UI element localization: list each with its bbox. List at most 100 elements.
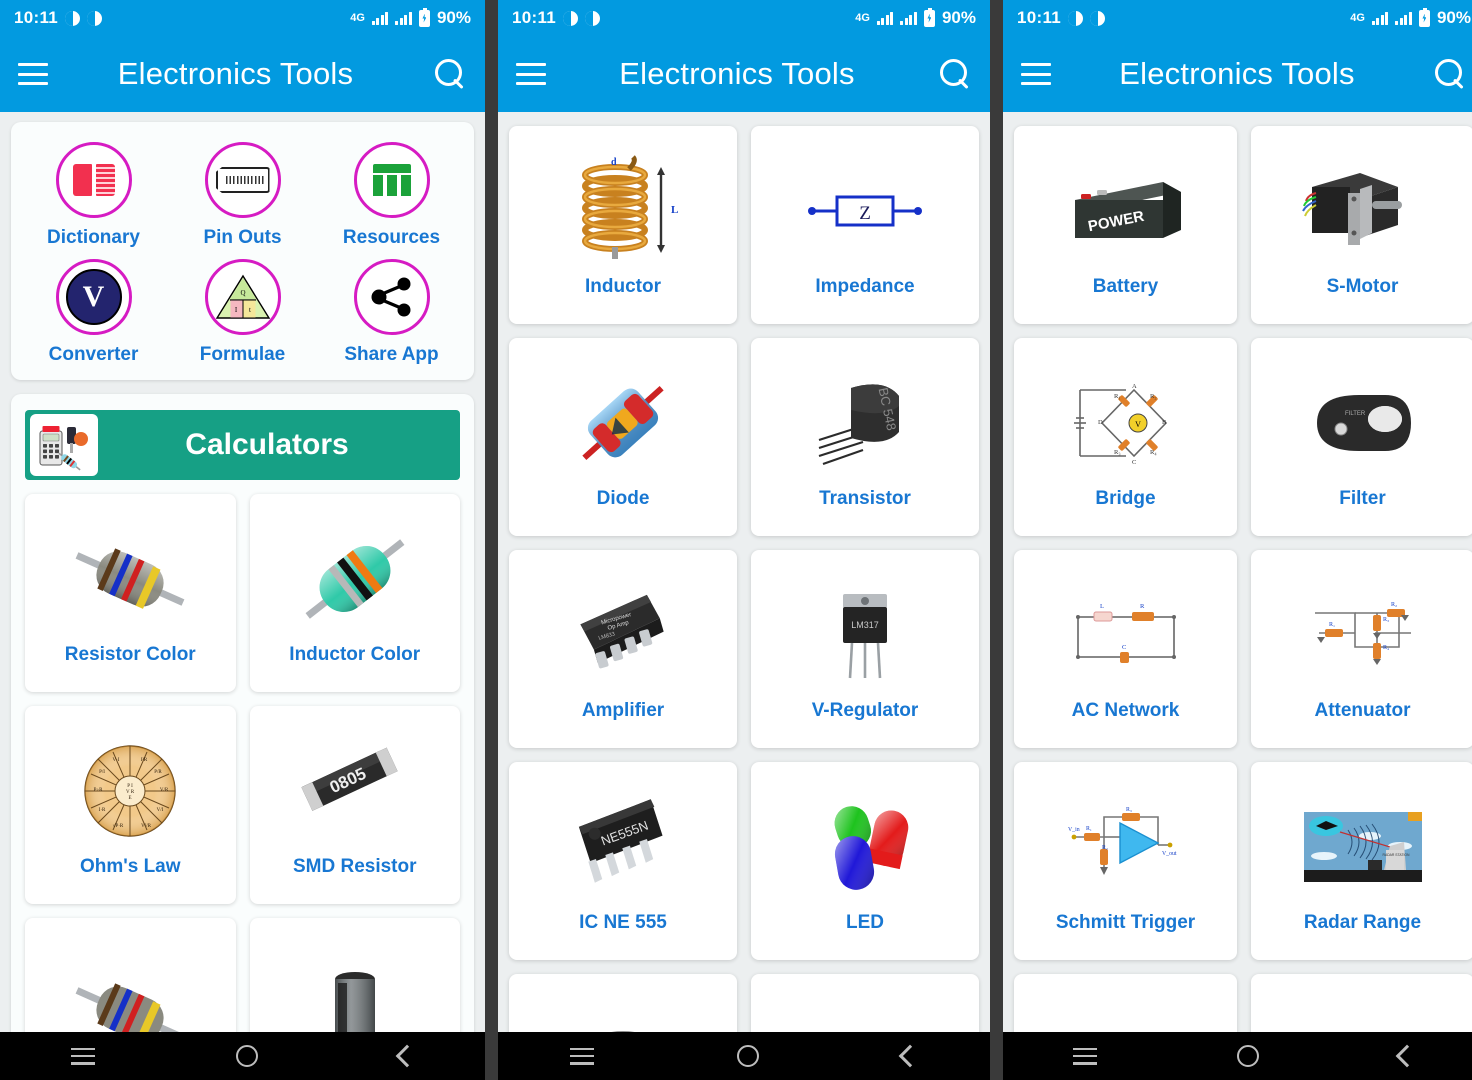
quick-item-formulae[interactable]: Q I t Formulae [168, 259, 317, 366]
home-circle-icon[interactable] [1237, 1045, 1259, 1067]
tile-label: Amplifier [581, 700, 665, 721]
signal-bars-icon [1371, 11, 1389, 25]
wheatstone-bridge-icon: V A B C D R₁ R₂ R₃ R₄ [1066, 364, 1186, 482]
tile-radar-range[interactable]: RADAR STATION Radar Range [1251, 762, 1472, 960]
tile-led[interactable]: LED [751, 762, 979, 960]
signal-bars-icon [371, 11, 389, 25]
radar-antenna-scene-icon [1304, 1011, 1422, 1032]
screen-divider [990, 0, 1003, 1080]
resources-grid-icon [353, 142, 430, 218]
rgb-leds-icon [810, 788, 920, 906]
quick-item-label: Dictionary [47, 227, 140, 248]
tile-label: Ohm's Law [79, 856, 181, 877]
coil-inductor-icon: L d [563, 152, 683, 270]
connector-pinout-icon [204, 142, 281, 218]
calculators-banner[interactable]: Calculators [25, 410, 460, 480]
quick-item-label: Pin Outs [203, 227, 282, 248]
tile-partial-resistor[interactable] [25, 918, 236, 1032]
svg-text:V R: V R [126, 790, 135, 795]
converter-v-icon: V [55, 259, 132, 335]
quick-item-resources[interactable]: Resources [317, 142, 466, 249]
tile-partial-sensor-board[interactable] [751, 974, 979, 1032]
recents-icon[interactable] [70, 1047, 95, 1065]
tile-battery[interactable]: POWER Battery [1014, 126, 1237, 324]
tile-label: LED [846, 912, 884, 933]
svg-text:R: R [1140, 603, 1145, 610]
tile-smd-resistor[interactable]: 0805 SMD Resistor [249, 706, 460, 904]
home-circle-icon[interactable] [736, 1045, 759, 1067]
android-nav-bar [0, 1032, 485, 1080]
tile-v-regulator[interactable]: LM317 V-Regulator [751, 550, 979, 748]
quick-item-pin-outs[interactable]: Pin Outs [168, 142, 317, 249]
impedance-z-symbol-icon: Z [805, 152, 925, 270]
svg-text:V: V [1135, 420, 1141, 429]
svg-text:Q: Q [240, 289, 245, 297]
ohms-law-wheel-icon: P IV RE V·I I²R P/I P/R P÷R V/R I·R V/I √P·R… [78, 732, 182, 850]
book-icon [55, 142, 132, 218]
search-icon[interactable] [433, 57, 467, 91]
tile-impedance[interactable]: Z Impedance [751, 126, 979, 324]
screen1-content: Dictionary Pin Outs Resources V Converte… [0, 112, 485, 1032]
page-title: Electronics Tools [117, 56, 354, 91]
search-icon[interactable] [938, 57, 972, 91]
status-bar: 10:11 4G 90% [1003, 0, 1472, 36]
battery-level-label: 90% [1436, 8, 1471, 27]
screen2-content: L d Inductor Z Impedance Diode BC 548 Tr… [498, 112, 990, 1032]
tile-diode[interactable]: Diode [509, 338, 737, 536]
tile-ac-network[interactable]: L R C AC Network [1014, 550, 1237, 748]
search-icon[interactable] [1433, 57, 1467, 91]
back-chevron-icon[interactable] [1395, 1044, 1419, 1068]
recents-icon[interactable] [569, 1047, 594, 1065]
quick-item-dictionary[interactable]: Dictionary [19, 142, 168, 249]
tile-ohms-law[interactable]: P IV RE V·I I²R P/I P/R P÷R V/R I·R V/I √P·R… [25, 706, 236, 904]
app-bar: Electronics Tools [1003, 36, 1472, 112]
screen3-content: POWER Battery S-Motor V A B C D R₁ R₂ R₃… [1003, 112, 1472, 1032]
component-tiles-grid: POWER Battery S-Motor V A B C D R₁ R₂ R₃… [1014, 126, 1472, 1032]
svg-text:√P·R: √P·R [113, 823, 124, 829]
stepper-motor-icon [1298, 152, 1428, 270]
quick-item-label: Converter [48, 344, 139, 365]
svg-text:V_in: V_in [1068, 827, 1080, 833]
battery-level-label: 90% [941, 8, 976, 27]
recents-icon[interactable] [1073, 1047, 1097, 1065]
tile-resistor-color[interactable]: Resistor Color [25, 494, 236, 692]
tile-attenuator[interactable]: R₁ R₂ R₃ R₄ Attenuator [1251, 550, 1472, 748]
battery-level-label: 90% [436, 8, 471, 27]
back-chevron-icon[interactable] [898, 1044, 922, 1068]
quick-item-label: Resources [342, 227, 441, 248]
signal-bars-icon [1395, 11, 1412, 25]
home-circle-icon[interactable] [235, 1045, 258, 1067]
tile-inductor[interactable]: L d Inductor [509, 126, 737, 324]
formula-triangle-icon: Q I t [204, 259, 281, 335]
tile-filter[interactable]: FILTER Filter [1251, 338, 1472, 536]
attenuator-network-icon: R₁ R₂ R₃ R₄ [1301, 576, 1425, 694]
lead-acid-battery-icon: POWER [1061, 152, 1191, 270]
svg-text:V/I: V/I [157, 808, 164, 813]
tile-partial-capacitor[interactable] [249, 918, 460, 1032]
svg-text:E: E [129, 796, 132, 801]
tile-schmitt-trigger[interactable]: V_in R₁ R₂ R₃ V_out Schmitt Trigger [1014, 762, 1237, 960]
signal-bars-icon [395, 11, 412, 25]
tile-partial-satellite[interactable]: Pt 2 [509, 974, 737, 1032]
tile-amplifier[interactable]: Micropower Op Amp LM833 Amplifier [509, 550, 737, 748]
tile-partial-lc-circuit[interactable]: CL [1014, 974, 1237, 1032]
tile-s-motor[interactable]: S-Motor [1251, 126, 1472, 324]
tile-ic-ne-555[interactable]: NE555N IC NE 555 [509, 762, 737, 960]
tile-transistor[interactable]: BC 548 Transistor [751, 338, 979, 536]
app-bar: Electronics Tools [0, 36, 485, 112]
svg-text:R₂: R₂ [1150, 393, 1157, 400]
status-time: 10:11 [14, 8, 59, 27]
satellite-dish-icon: Pt 2 [563, 1011, 683, 1032]
back-chevron-icon[interactable] [395, 1044, 418, 1068]
tile-inductor-color[interactable]: Inductor Color [249, 494, 460, 692]
tile-bridge[interactable]: V A B C D R₁ R₂ R₃ R₄ Bridge [1014, 338, 1237, 536]
half-circle-icon [65, 10, 81, 26]
svg-text:A: A [1132, 383, 1137, 390]
quick-item-converter[interactable]: V Converter [19, 259, 168, 366]
calculator-tiles-grid: Resistor Color Inductor Color P I V R E … [25, 494, 460, 1032]
svg-text:LM317: LM317 [851, 620, 879, 630]
tile-partial-radar-antenna[interactable] [1251, 974, 1472, 1032]
status-bar: 10:11 4G 90% [0, 0, 485, 36]
svg-text:B: B [1162, 419, 1167, 426]
quick-item-share-app[interactable]: Share App [317, 259, 466, 366]
